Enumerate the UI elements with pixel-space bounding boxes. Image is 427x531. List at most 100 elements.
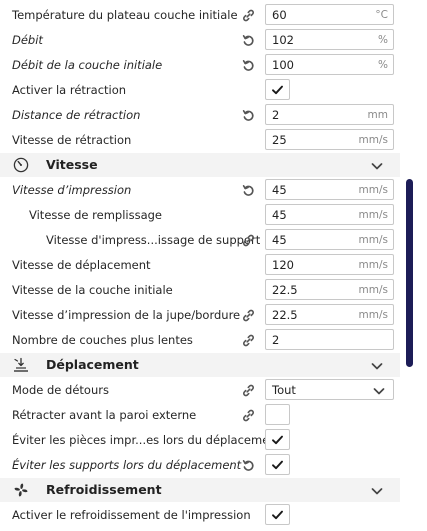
input-value: 2 — [272, 108, 280, 122]
select-value: Tout — [272, 383, 296, 397]
setting-row-debit: Débit 102% — [0, 28, 400, 53]
print-settings-panel: Température du plateau couche initiale 60… — [0, 0, 427, 531]
section-title: Déplacement — [46, 357, 139, 372]
setting-input[interactable]: 25 mm/s — [265, 129, 394, 150]
speedometer-icon — [12, 157, 30, 173]
setting-checkbox[interactable] — [265, 79, 290, 100]
fan-icon — [12, 482, 30, 498]
reset-icon[interactable] — [240, 107, 256, 123]
setting-label: Vitesse d'impress...issage de support — [46, 233, 261, 247]
scrollbar-thumb[interactable] — [406, 179, 413, 367]
setting-input[interactable]: 120 mm/s — [265, 254, 394, 275]
setting-select[interactable]: Tout — [265, 379, 394, 400]
unit-label: mm/s — [358, 184, 388, 196]
setting-label: Température du plateau couche initiale — [12, 8, 238, 22]
unit-label: mm/s — [358, 259, 388, 271]
unit-label: mm/s — [358, 134, 388, 146]
setting-row-vitesse-de-retraction: Vitesse de rétraction 25 mm/s — [0, 128, 400, 153]
setting-input[interactable]: 22.5 mm/s — [265, 279, 394, 300]
setting-checkbox[interactable] — [265, 429, 290, 450]
section-header-deplacement[interactable]: Déplacement — [0, 353, 400, 377]
setting-row-eviter-les-pieces-impr-es-lors-du-deplac: Éviter les pièces impr...es lors du dépl… — [0, 428, 400, 453]
setting-input[interactable]: 45 mm/s — [265, 229, 394, 250]
link-icon[interactable] — [240, 307, 256, 323]
link-icon[interactable] — [240, 7, 256, 23]
unit-label: mm/s — [358, 209, 388, 221]
input-value: 22.5 — [272, 308, 298, 322]
setting-input[interactable]: 22.5 mm/s — [265, 304, 394, 325]
setting-row-activer-le-refroidissement-de-l-impressi: Activer le refroidissement de l'impressi… — [0, 503, 400, 528]
setting-input[interactable]: 2 — [265, 329, 394, 350]
link-icon[interactable] — [240, 232, 256, 248]
setting-input[interactable]: 45 mm/s — [265, 179, 394, 200]
setting-row-vitesse-d-impression-de-la-jupe-bordure: Vitesse d’impression de la jupe/bordure 2… — [0, 303, 400, 328]
input-value: 60 — [272, 8, 287, 22]
input-value: 102 — [272, 33, 294, 47]
input-value: 45 — [272, 233, 287, 247]
input-value: 45 — [272, 208, 287, 222]
setting-label: Débit de la couche initiale — [12, 58, 163, 72]
setting-input[interactable]: 45 mm/s — [265, 204, 394, 225]
setting-checkbox[interactable] — [265, 404, 290, 425]
setting-label: Activer le refroidissement de l'impressi… — [12, 508, 251, 522]
reset-icon[interactable] — [240, 457, 256, 473]
chevron-down-icon[interactable] — [371, 485, 383, 499]
setting-row-temperature-du-plateau-couche-initiale: Température du plateau couche initiale 60… — [0, 3, 400, 28]
unit-label: mm — [367, 109, 388, 121]
setting-row-vitesse-de-remplissage: Vitesse de remplissage 45 mm/s — [0, 203, 400, 228]
link-icon[interactable] — [240, 407, 256, 423]
chevron-down-icon — [373, 385, 385, 399]
setting-label: Vitesse de la couche initiale — [12, 283, 173, 297]
setting-input[interactable]: 60 °C — [265, 4, 394, 25]
setting-row-activer-la-retraction: Activer la rétraction — [0, 78, 400, 103]
setting-input[interactable]: 2 mm — [265, 104, 394, 125]
setting-label: Distance de rétraction — [12, 108, 141, 122]
setting-label: Vitesse d’impression — [12, 183, 132, 197]
unit-label: mm/s — [358, 234, 388, 246]
setting-row-distance-de-retraction: Distance de rétraction 2 mm — [0, 103, 400, 128]
setting-row-vitesse-d-impress-issage-de-support: Vitesse d'impress...issage de support 45 m… — [0, 228, 400, 253]
link-icon[interactable] — [240, 382, 256, 398]
input-value: 45 — [272, 183, 287, 197]
setting-label: Éviter les supports lors du déplacement — [12, 458, 242, 472]
setting-label: Vitesse de déplacement — [12, 258, 151, 272]
link-icon[interactable] — [240, 332, 256, 348]
unit-label: % — [378, 34, 388, 46]
setting-label: Mode de détours — [12, 383, 109, 397]
setting-row-vitesse-de-la-couche-initiale: Vitesse de la couche initiale 22.5 mm/s — [0, 278, 400, 303]
setting-input[interactable]: 100% — [265, 54, 394, 75]
section-header-refroidissement[interactable]: Refroidissement — [0, 478, 400, 502]
reset-icon[interactable] — [240, 32, 256, 48]
setting-label: Vitesse d’impression de la jupe/bordure — [12, 308, 241, 322]
setting-row-vitesse-d-impression: Vitesse d’impression 45 mm/s — [0, 178, 400, 203]
setting-row-retracter-avant-la-paroi-externe: Rétracter avant la paroi externe — [0, 403, 400, 428]
setting-row-eviter-les-supports-lors-du-deplacement: Éviter les supports lors du déplacement — [0, 453, 400, 478]
unit-label: mm/s — [358, 309, 388, 321]
setting-label: Vitesse de remplissage — [29, 208, 162, 222]
setting-row-nombre-de-couches-plus-lentes: Nombre de couches plus lentes 2 — [0, 328, 400, 353]
setting-row-mode-de-detours: Mode de détours Tout — [0, 378, 400, 403]
setting-label: Éviter les pièces impr...es lors du dépl… — [12, 433, 282, 447]
input-value: 120 — [272, 258, 294, 272]
setting-label: Vitesse de rétraction — [12, 133, 132, 147]
setting-label: Débit — [12, 33, 43, 47]
setting-checkbox[interactable] — [265, 454, 290, 475]
input-value: 22.5 — [272, 283, 298, 297]
reset-icon[interactable] — [240, 182, 256, 198]
setting-label: Activer la rétraction — [12, 83, 127, 97]
section-title: Vitesse — [46, 157, 98, 172]
section-title: Refroidissement — [46, 482, 162, 497]
setting-checkbox[interactable] — [265, 504, 290, 525]
unit-label: mm/s — [358, 284, 388, 296]
chevron-down-icon[interactable] — [371, 160, 383, 174]
setting-label: Rétracter avant la paroi externe — [12, 408, 197, 422]
input-value: 25 — [272, 133, 287, 147]
setting-row-debit-de-la-couche-initiale: Débit de la couche initiale 100% — [0, 53, 400, 78]
reset-icon[interactable] — [240, 57, 256, 73]
input-value: 100 — [272, 58, 294, 72]
setting-row-vitesse-de-deplacement: Vitesse de déplacement 120 mm/s — [0, 253, 400, 278]
setting-input[interactable]: 102% — [265, 29, 394, 50]
section-header-vitesse[interactable]: Vitesse — [0, 153, 400, 177]
chevron-down-icon[interactable] — [371, 360, 383, 374]
travel-icon — [12, 357, 30, 373]
